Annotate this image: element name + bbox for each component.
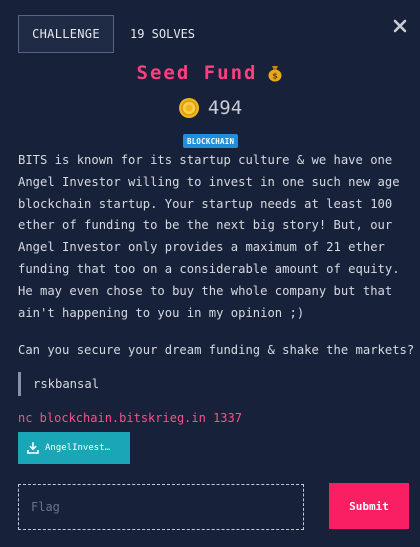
tab-solves[interactable]: 19 SOLVES xyxy=(130,15,195,53)
challenge-header: Seed Fund $ xyxy=(0,60,420,86)
download-icon xyxy=(27,442,39,454)
download-file-label: AngelInvest… xyxy=(45,443,111,453)
download-file-button[interactable]: AngelInvest… xyxy=(18,432,130,464)
author-blockquote: rskbansal xyxy=(18,372,99,396)
connection-info: nc blockchain.bitskrieg.in 1337 xyxy=(18,411,242,425)
flag-input[interactable] xyxy=(18,484,304,530)
points-value: 494 xyxy=(207,97,243,119)
coin-icon xyxy=(178,97,200,119)
money-bag-icon: $ xyxy=(267,64,283,82)
close-icon[interactable] xyxy=(392,18,408,34)
submit-button[interactable]: Submit xyxy=(329,483,409,529)
points-display: 494 xyxy=(0,94,420,122)
author-name: rskbansal xyxy=(33,377,100,391)
category-badge: BLOCKCHAIN xyxy=(183,134,239,148)
challenge-title: Seed Fund xyxy=(136,62,258,84)
svg-text:$: $ xyxy=(273,72,279,81)
challenge-question: Can you secure your dream funding & shak… xyxy=(18,343,415,357)
challenge-description: BITS is known for its startup culture & … xyxy=(18,153,400,320)
tab-challenge[interactable]: CHALLENGE xyxy=(18,15,114,53)
